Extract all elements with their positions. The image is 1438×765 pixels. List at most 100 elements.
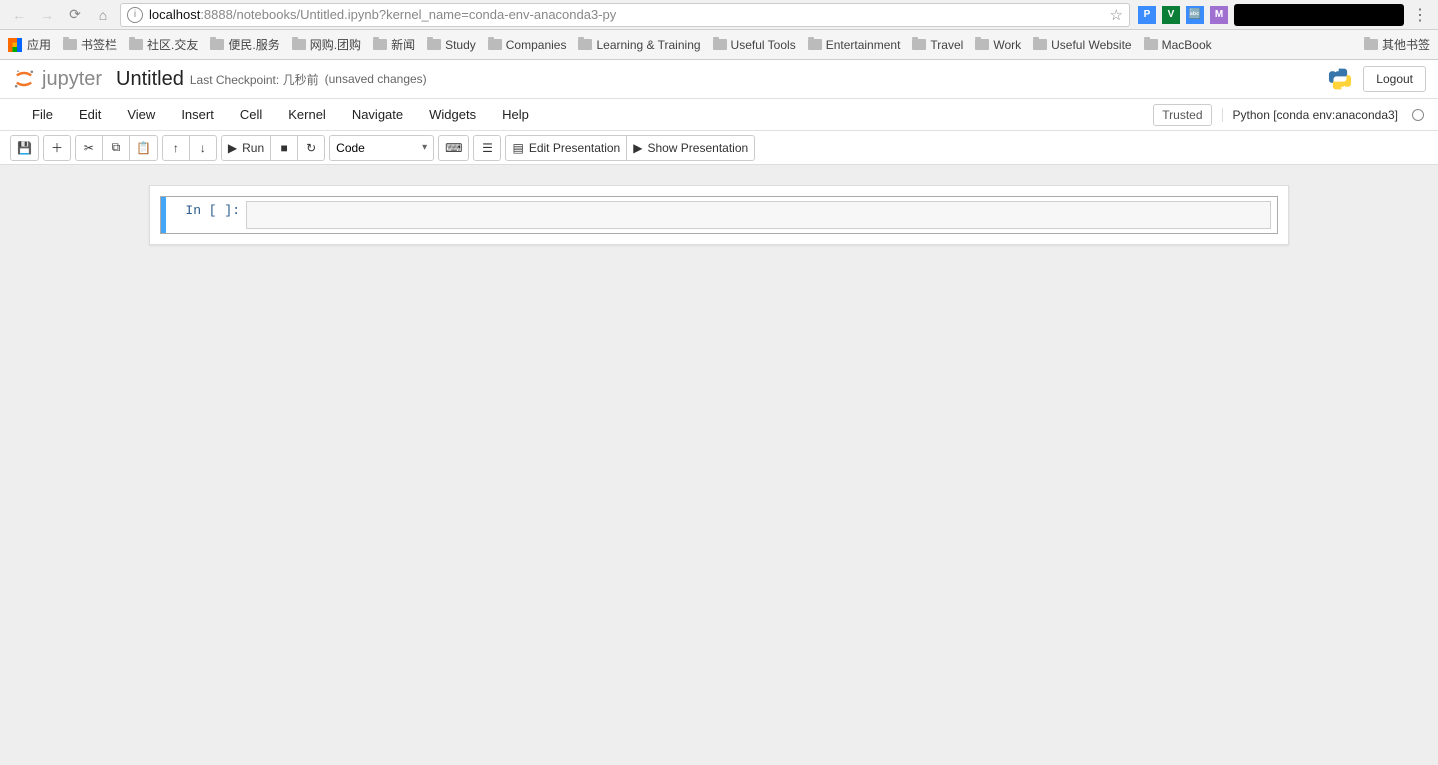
arrow-up-icon: ↑ (173, 141, 179, 155)
menu-file[interactable]: File (32, 107, 53, 122)
logout-button[interactable]: Logout (1363, 66, 1426, 92)
run-button[interactable]: ▶Run (221, 135, 271, 161)
restart-button[interactable]: ↻ (297, 135, 325, 161)
copy-button[interactable]: ⧉ (102, 135, 130, 161)
folder-icon (808, 39, 822, 50)
show-presentation-button[interactable]: ▶Show Presentation (626, 135, 755, 161)
toolbar: 💾 ＋ ✂ ⧉ 📋 ↑ ↓ ▶Run ■ ↻ Code ⌨ ☰ ▤Edit Pr… (0, 131, 1438, 165)
folder-icon (713, 39, 727, 50)
paste-button[interactable]: 📋 (129, 135, 158, 161)
reload-button[interactable]: ⟳ (64, 4, 86, 26)
home-button[interactable]: ⌂ (92, 4, 114, 26)
bookmark-folder[interactable]: Learning & Training (578, 38, 700, 52)
trusted-indicator[interactable]: Trusted (1153, 104, 1211, 126)
url-host: localhost (149, 7, 200, 22)
code-cell[interactable]: In [ ]: (160, 196, 1278, 234)
url-path: /notebooks/Untitled.ipynb?kernel_name=co… (233, 7, 616, 22)
folder-icon (210, 39, 224, 50)
bookmark-folder[interactable]: 新闻 (373, 36, 415, 53)
unsaved-indicator: (unsaved changes) (325, 72, 427, 86)
folder-icon (373, 39, 387, 50)
arrow-down-icon: ↓ (200, 141, 206, 155)
bookmark-folder[interactable]: Travel (912, 38, 963, 52)
folder-icon (1364, 39, 1378, 50)
menu-cell[interactable]: Cell (240, 107, 262, 122)
back-button[interactable]: ← (8, 4, 30, 26)
folder-icon (1144, 39, 1158, 50)
command-palette-button[interactable]: ⌨ (438, 135, 469, 161)
code-input-area[interactable] (246, 201, 1271, 229)
keyboard-icon: ⌨ (445, 141, 462, 155)
bookmark-folder[interactable]: MacBook (1144, 38, 1212, 52)
kernel-idle-icon (1412, 109, 1424, 121)
folder-icon (427, 39, 441, 50)
extension-v-icon[interactable]: V (1162, 6, 1180, 24)
menu-kernel[interactable]: Kernel (288, 107, 326, 122)
extension-p-icon[interactable]: P (1138, 6, 1156, 24)
folder-icon (63, 39, 77, 50)
stop-button[interactable]: ■ (270, 135, 298, 161)
plus-icon: ＋ (51, 139, 63, 156)
site-info-icon[interactable]: i (127, 7, 143, 23)
menu-edit[interactable]: Edit (79, 107, 101, 122)
extension-overflow-box (1234, 4, 1404, 26)
bookmark-folder[interactable]: Work (975, 38, 1021, 52)
run-icon: ▶ (228, 141, 237, 155)
jupyter-orbit-icon (12, 67, 36, 91)
other-bookmarks[interactable]: 其他书签 (1364, 36, 1430, 53)
folder-icon (292, 39, 306, 50)
kernel-name[interactable]: Python [conda env:anaconda3] (1222, 108, 1402, 122)
bookmark-folder[interactable]: 网购.团购 (292, 36, 361, 53)
extension-m-icon[interactable]: M (1210, 6, 1228, 24)
bookmark-folder[interactable]: 书签栏 (63, 36, 117, 53)
notebook-title[interactable]: Untitled (116, 68, 184, 91)
copy-icon: ⧉ (112, 140, 121, 155)
url-bar[interactable]: i localhost:8888/notebooks/Untitled.ipyn… (120, 3, 1130, 27)
paste-icon: 📋 (136, 141, 151, 155)
input-prompt: In [ ]: (166, 197, 246, 233)
scissors-icon: ✂ (84, 141, 94, 155)
stop-icon: ■ (281, 141, 288, 155)
bookmark-bar: 应用 书签栏 社区.交友 便民.服务 网购.团购 新闻 Study Compan… (0, 30, 1438, 60)
folder-icon (975, 39, 989, 50)
folder-icon (129, 39, 143, 50)
move-up-button[interactable]: ↑ (162, 135, 190, 161)
menu-navigate[interactable]: Navigate (352, 107, 403, 122)
toc-button[interactable]: ☰ (473, 135, 501, 161)
bookmark-folder[interactable]: 社区.交友 (129, 36, 198, 53)
menu-widgets[interactable]: Widgets (429, 107, 476, 122)
bookmark-folder[interactable]: Study (427, 38, 476, 52)
extension-icons: P V 🔤 M ⋮ (1138, 4, 1430, 26)
folder-icon (912, 39, 926, 50)
menu-view[interactable]: View (127, 107, 155, 122)
notebook-container: In [ ]: (149, 185, 1289, 245)
notebook-background: In [ ]: (0, 165, 1438, 765)
jupyter-logo[interactable]: jupyter (12, 67, 102, 91)
bookmark-folder[interactable]: Useful Tools (713, 38, 796, 52)
save-button[interactable]: 💾 (10, 135, 39, 161)
forward-button[interactable]: → (36, 4, 58, 26)
move-down-button[interactable]: ↓ (189, 135, 217, 161)
bookmark-folder[interactable]: 便民.服务 (210, 36, 279, 53)
folder-icon (488, 39, 502, 50)
bookmark-folder[interactable]: Companies (488, 38, 567, 52)
add-cell-button[interactable]: ＋ (43, 135, 71, 161)
apps-grid-icon (8, 38, 22, 52)
python-logo-icon (1327, 66, 1353, 92)
celltype-select[interactable]: Code (329, 135, 434, 161)
apps-button[interactable]: 应用 (8, 36, 51, 53)
checkpoint-label: Last Checkpoint: 几秒前 (190, 71, 319, 88)
restart-icon: ↻ (306, 141, 316, 155)
slides-icon: ▤ (512, 141, 523, 155)
url-port: :8888 (200, 7, 233, 22)
browser-menu-icon[interactable]: ⋮ (1410, 5, 1430, 25)
menu-insert[interactable]: Insert (181, 107, 214, 122)
extension-translate-icon[interactable]: 🔤 (1186, 6, 1204, 24)
edit-presentation-button[interactable]: ▤Edit Presentation (505, 135, 627, 161)
menu-help[interactable]: Help (502, 107, 529, 122)
bookmark-star-icon[interactable]: ☆ (1110, 6, 1123, 24)
cut-button[interactable]: ✂ (75, 135, 103, 161)
menubar: File Edit View Insert Cell Kernel Naviga… (0, 99, 1438, 131)
bookmark-folder[interactable]: Useful Website (1033, 38, 1131, 52)
bookmark-folder[interactable]: Entertainment (808, 38, 901, 52)
